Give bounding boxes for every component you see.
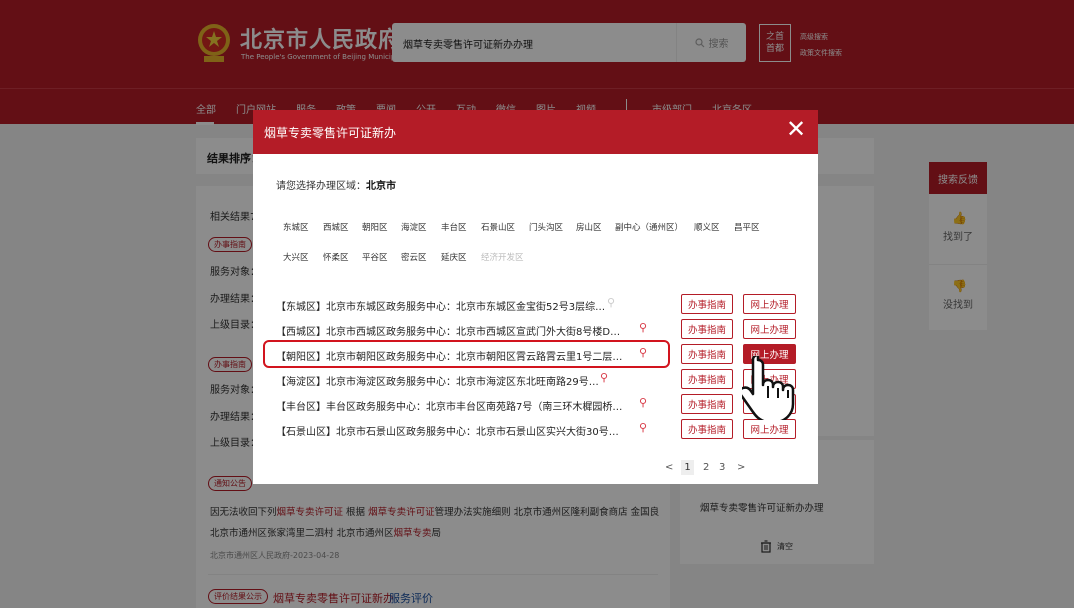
- pager-prev[interactable]: <: [665, 462, 673, 473]
- district-xicheng[interactable]: 西城区: [323, 221, 349, 233]
- district-haidian[interactable]: 海淀区: [401, 221, 427, 233]
- modal-title: 烟草专卖零售许可证新办: [264, 126, 397, 140]
- location-pin-icon[interactable]: ⚲: [607, 296, 617, 310]
- district-select-modal: 烟草专卖零售许可证新办 ✕ 请您选择办理区域：北京市 东城区 西城区 朝阳区 海…: [253, 110, 818, 484]
- service-guide-button[interactable]: 办事指南: [681, 394, 733, 414]
- district-yanqing[interactable]: 延庆区: [441, 251, 467, 263]
- location-pin-icon[interactable]: ⚲: [600, 371, 610, 385]
- area-value: 北京市: [366, 181, 396, 192]
- location-pin-icon[interactable]: ⚲: [639, 421, 649, 435]
- district-tongzhou[interactable]: 副中心（通州区）: [615, 221, 683, 233]
- district-fengtai[interactable]: 丰台区: [441, 221, 467, 233]
- office-address: 【东城区】北京市东城区政务服务中心：北京市东城区金宝街52号3层综合窗口: [276, 302, 606, 313]
- service-guide-button[interactable]: 办事指南: [681, 419, 733, 439]
- district-changping[interactable]: 昌平区: [734, 221, 760, 233]
- office-address: 【丰台区】丰台区政务服务中心：北京市丰台区南苑路7号（南三环木樨园桥西南角）综合…: [276, 402, 628, 413]
- service-guide-button[interactable]: 办事指南: [681, 294, 733, 314]
- district-shunyi[interactable]: 顺义区: [694, 221, 720, 233]
- close-icon[interactable]: ✕: [784, 117, 808, 142]
- online-apply-button[interactable]: 网上办理: [743, 319, 796, 339]
- office-row: 【石景山区】北京市石景山区政务服务中心：北京市石景山区实兴大街30号院17号楼一…: [267, 419, 807, 441]
- hand-pointer-icon: [742, 356, 795, 420]
- district-miyun[interactable]: 密云区: [401, 251, 427, 263]
- office-row: 【海淀区】北京市海淀区政务服务中心：北京市海淀区东北旺南路29号综合窗口 ⚲ 办…: [267, 369, 807, 391]
- service-guide-button[interactable]: 办事指南: [681, 369, 733, 389]
- area-prompt: 请您选择办理区域：北京市: [276, 177, 396, 192]
- office-row: 【东城区】北京市东城区政务服务中心：北京市东城区金宝街52号3层综合窗口 ⚲ 办…: [267, 294, 807, 316]
- district-mentougou[interactable]: 门头沟区: [529, 221, 563, 233]
- district-huairou[interactable]: 怀柔区: [323, 251, 349, 263]
- office-row: 【丰台区】丰台区政务服务中心：北京市丰台区南苑路7号（南三环木樨园桥西南角）综合…: [267, 394, 807, 416]
- pager-page-3[interactable]: 3: [719, 462, 725, 473]
- district-shijingshan[interactable]: 石景山区: [481, 221, 515, 233]
- office-address: 【西城区】北京市西城区政务服务中心：北京市西城区宣武门外大街8号楼D座二层综合窗…: [276, 327, 628, 338]
- office-row: 【西城区】北京市西城区政务服务中心：北京市西城区宣武门外大街8号楼D座二层综合窗…: [267, 319, 807, 341]
- highlight-annotation: [263, 340, 670, 368]
- district-dongcheng[interactable]: 东城区: [283, 221, 309, 233]
- location-pin-icon[interactable]: ⚲: [639, 321, 649, 335]
- modal-header: 烟草专卖零售许可证新办 ✕: [253, 110, 818, 154]
- location-pin-icon[interactable]: ⚲: [639, 396, 649, 410]
- district-pinggu[interactable]: 平谷区: [362, 251, 388, 263]
- online-apply-button[interactable]: 网上办理: [743, 419, 796, 439]
- service-guide-button[interactable]: 办事指南: [681, 319, 733, 339]
- pager-page-1[interactable]: 1: [681, 460, 694, 475]
- pager-page-2[interactable]: 2: [703, 462, 709, 473]
- area-prompt-text: 请您选择办理区域：: [276, 181, 366, 192]
- office-address: 【海淀区】北京市海淀区政务服务中心：北京市海淀区东北旺南路29号综合窗口: [276, 377, 606, 388]
- online-apply-button[interactable]: 网上办理: [743, 294, 796, 314]
- district-development-zone: 经济开发区: [481, 253, 524, 263]
- office-address: 【石景山区】北京市石景山区政务服务中心：北京市石景山区实兴大街30号院17号楼一…: [276, 427, 628, 438]
- pager-next[interactable]: >: [737, 462, 745, 473]
- district-daxing[interactable]: 大兴区: [283, 251, 309, 263]
- district-fangshan[interactable]: 房山区: [576, 221, 602, 233]
- service-guide-button[interactable]: 办事指南: [681, 344, 733, 364]
- district-chaoyang[interactable]: 朝阳区: [362, 221, 388, 233]
